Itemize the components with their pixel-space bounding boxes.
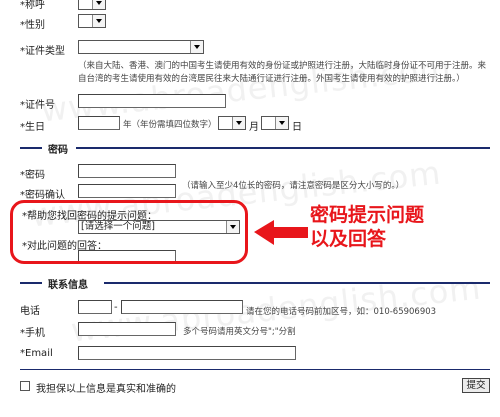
title-select[interactable] bbox=[78, 0, 106, 10]
birthday-label: *生日 bbox=[20, 122, 45, 133]
arrow-left-icon bbox=[254, 220, 308, 245]
email-input[interactable] bbox=[78, 346, 296, 360]
mobile-label: *手机 bbox=[20, 328, 45, 339]
gender-select[interactable] bbox=[78, 14, 106, 28]
id-number-label: *证件号 bbox=[20, 100, 55, 111]
mobile-hint: 多个号码请用英文分号";"分割 bbox=[183, 327, 296, 337]
contact-section-title: 联系信息 bbox=[48, 280, 88, 291]
agree-checkbox[interactable] bbox=[20, 381, 30, 391]
password-label: *密码 bbox=[20, 170, 45, 181]
chevron-down-icon bbox=[275, 117, 288, 129]
email-label: *Email bbox=[20, 348, 53, 359]
phone-hint: 请在您的电话号码前加区号，如：010-65906903 bbox=[246, 307, 437, 317]
chevron-down-icon bbox=[92, 15, 105, 27]
chevron-down-icon bbox=[92, 0, 105, 9]
id-type-label: *证件类型 bbox=[20, 46, 65, 57]
year-hint: 年（年份需填四位数字） bbox=[123, 120, 217, 130]
birth-month-select[interactable] bbox=[218, 116, 246, 130]
submit-button[interactable]: 提交 bbox=[462, 378, 490, 393]
id-note: （来自大陆、香港、澳门的中国考生请使用有效的身份证或护照进行注册，大陆临时身份证… bbox=[78, 61, 487, 84]
id-number-input[interactable] bbox=[78, 94, 226, 108]
password-input[interactable] bbox=[78, 164, 176, 178]
section-divider bbox=[20, 369, 490, 370]
confirm-password-label: *密码确认 bbox=[20, 190, 65, 201]
section-divider bbox=[76, 147, 490, 149]
month-label: 月 bbox=[249, 122, 259, 133]
id-type-select[interactable] bbox=[78, 40, 204, 54]
birth-day-select[interactable] bbox=[261, 116, 289, 130]
agree-label: 我担保以上信息是真实和准确的 bbox=[36, 384, 176, 395]
phone-dash: - bbox=[114, 302, 118, 313]
password-section-title: 密码 bbox=[48, 145, 68, 156]
phone-number-input[interactable] bbox=[121, 300, 243, 314]
chevron-down-icon bbox=[190, 41, 203, 53]
section-divider bbox=[20, 147, 42, 149]
birth-year-input[interactable] bbox=[78, 116, 120, 130]
title-label: *称呼 bbox=[20, 0, 45, 11]
password-hint: （请输入至少4位长的密码，请注意密码是区分大小写的。） bbox=[182, 181, 405, 191]
highlight-box bbox=[10, 200, 248, 264]
phone-area-code-input[interactable] bbox=[78, 300, 112, 314]
section-divider bbox=[104, 282, 490, 284]
mobile-input[interactable] bbox=[78, 322, 176, 336]
chevron-down-icon bbox=[232, 117, 245, 129]
phone-label: 电话 bbox=[20, 306, 40, 317]
annotation-line: 密码提示问题 bbox=[310, 204, 425, 226]
annotation-line: 以及回答 bbox=[310, 228, 387, 250]
gender-label: *性别 bbox=[20, 20, 45, 31]
confirm-password-input[interactable] bbox=[78, 184, 176, 198]
annotation-text: 密码提示问题 以及回答 bbox=[310, 203, 424, 251]
section-divider bbox=[20, 282, 42, 284]
day-label: 日 bbox=[292, 122, 302, 133]
